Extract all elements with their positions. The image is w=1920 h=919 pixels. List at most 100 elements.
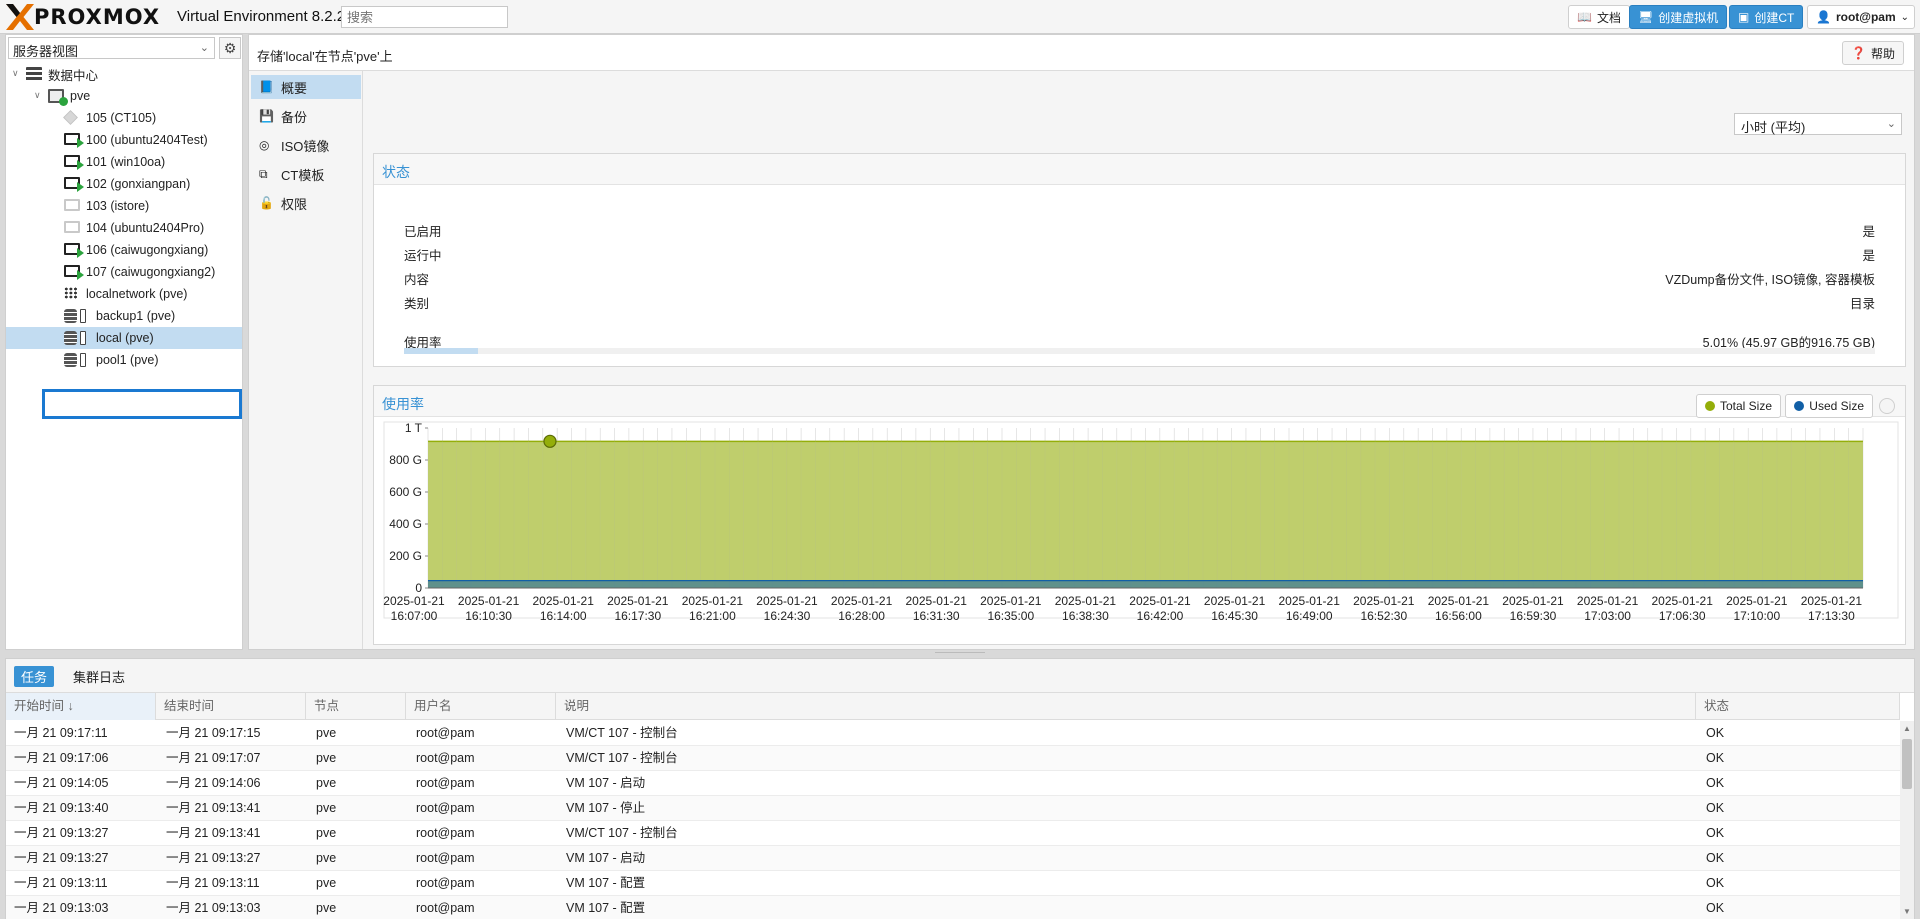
table-cell: root@pam — [416, 851, 475, 865]
y-tick-label: 0 — [415, 581, 422, 595]
nav-item[interactable]: ◎ ISO镜像 — [251, 133, 361, 157]
vm-running-icon — [64, 155, 84, 170]
x-tick-time: 16:24:30 — [764, 609, 811, 623]
task-table-body: 一月 21 09:17:11 一月 21 09:17:15 pve root@pam V… — [6, 721, 1900, 919]
tree-node[interactable]: ∨ 数据中心 — [6, 63, 242, 85]
tree-node[interactable]: 105 (CT105) — [6, 107, 242, 129]
task-scrollbar[interactable]: ▲ ▼ — [1900, 721, 1914, 919]
tree-node-label: local (pve) — [96, 331, 154, 345]
x-tick-date: 2025-01-21 — [1279, 594, 1341, 608]
table-row[interactable]: 一月 21 09:13:40 一月 21 09:13:41 pve root@pam V… — [6, 796, 1900, 821]
tree-node[interactable]: ∨ pve — [6, 85, 242, 107]
scroll-up-icon[interactable]: ▲ — [1903, 724, 1911, 733]
tree-node-label: pool1 (pve) — [96, 353, 159, 367]
column-header[interactable]: 状态 — [1696, 693, 1900, 720]
table-row[interactable]: 一月 21 09:17:06 一月 21 09:17:07 pve root@pam V… — [6, 746, 1900, 771]
status-row-value: 是 — [1862, 249, 1875, 263]
table-cell: 一月 21 09:13:27 — [166, 851, 261, 865]
proxmox-logo[interactable]: PROXMOX — [6, 4, 160, 30]
column-header[interactable]: 节点 — [306, 693, 406, 720]
table-row[interactable]: 一月 21 09:13:27 一月 21 09:13:41 pve root@pam V… — [6, 821, 1900, 846]
status-row-value: 目录 — [1849, 297, 1875, 311]
table-cell: 一月 21 09:13:03 — [14, 901, 109, 915]
top-bar: PROXMOX Virtual Environment 8.2.2 📖 文档 🖥… — [0, 0, 1920, 34]
tree-node[interactable]: 100 (ubuntu2404Test) — [6, 129, 242, 151]
table-cell: OK — [1706, 876, 1725, 890]
y-tick-label: 600 G — [389, 485, 422, 499]
tree-node[interactable]: 104 (ubuntu2404Pro) — [6, 217, 242, 239]
tree-node-label: 102 (gonxiangpan) — [86, 177, 191, 191]
view-select[interactable]: 服务器视图 ⌄ — [8, 37, 215, 59]
x-tick-date: 2025-01-21 — [980, 594, 1042, 608]
table-row[interactable]: 一月 21 09:14:05 一月 21 09:14:06 pve root@pam V… — [6, 771, 1900, 796]
table-cell: 一月 21 09:13:03 — [166, 901, 261, 915]
user-menu-button[interactable]: 👤 root@pam ⌄ — [1807, 5, 1915, 29]
tree-node[interactable]: 103 (istore) — [6, 195, 242, 217]
status-card: 状态 已启用是运行中是内容 VZDump备份文件, ISO镜像, 容器模板 类别 目录… — [373, 153, 1906, 367]
table-row[interactable]: 一月 21 09:13:11 一月 21 09:13:11 pve root@pam V… — [6, 871, 1900, 896]
hover-marker[interactable] — [543, 434, 557, 448]
logo-text: PROXMOX — [34, 5, 161, 29]
gear-icon[interactable]: ⚙ — [219, 37, 241, 59]
x-tick-date: 2025-01-21 — [1577, 594, 1639, 608]
user-label: root@pam — [1835, 10, 1896, 24]
nav-item-label: 备份 — [281, 109, 308, 125]
x-tick-time: 16:14:00 — [540, 609, 587, 623]
tree-node[interactable]: 107 (caiwugongxiang2) — [6, 261, 242, 283]
tree-node[interactable]: backup1 (pve) — [6, 305, 242, 327]
table-cell: root@pam — [416, 726, 475, 740]
timeframe-select[interactable]: 小时 (平均) ⌄ — [1734, 113, 1902, 135]
column-header[interactable]: 开始时间 ↓ — [6, 693, 156, 720]
used-size-area[interactable] — [428, 580, 1863, 588]
nav-item-label: 权限 — [281, 196, 308, 212]
tab-tasks[interactable]: 任务 — [14, 666, 55, 687]
status-row: 运行中 是 — [404, 245, 1875, 264]
table-cell: 一月 21 09:13:11 — [14, 876, 108, 890]
x-tick-time: 16:52:30 — [1360, 609, 1407, 623]
status-row-label: 内容 — [404, 273, 430, 287]
tab-cluster-log[interactable]: 集群日志 — [66, 666, 132, 687]
tree-node-label: 103 (istore) — [86, 199, 150, 213]
scroll-down-icon[interactable]: ▼ — [1903, 907, 1911, 916]
main-panel: 存储'local'在节点'pve'上 ❓ 帮助 📘 概要 💾 备份 ◎ ISO镜像 ⧉ CT模… — [248, 34, 1915, 650]
expand-toggle-icon[interactable]: ∨ — [34, 90, 41, 101]
table-cell: OK — [1706, 826, 1725, 840]
nav-item[interactable]: 🔓 权限 — [251, 191, 361, 215]
usage-chart[interactable]: 0200 G400 G600 G800 G1 T2025-01-2116:07:… — [374, 386, 1905, 644]
template-icon: ⧉ — [259, 166, 268, 181]
status-row-label: 已启用 — [404, 225, 442, 239]
tree-node[interactable]: 102 (gonxiangpan) — [6, 173, 242, 195]
nav-item[interactable]: 📘 概要 — [251, 75, 361, 99]
tree-node[interactable]: 101 (win10oa) — [6, 151, 242, 173]
table-row[interactable]: 一月 21 09:13:03 一月 21 09:13:03 pve root@pam V… — [6, 896, 1900, 919]
tree-node[interactable]: local (pve) — [6, 327, 242, 349]
table-row[interactable]: 一月 21 09:13:27 一月 21 09:13:27 pve root@pam V… — [6, 846, 1900, 871]
nav-item[interactable]: 💾 备份 — [251, 104, 361, 128]
expand-toggle-icon[interactable]: ∨ — [12, 68, 19, 79]
nav-item[interactable]: ⧉ CT模板 — [251, 162, 361, 186]
x-tick-time: 16:10:30 — [465, 609, 512, 623]
docs-button[interactable]: 📖 文档 — [1568, 5, 1630, 29]
search-input[interactable] — [341, 6, 508, 28]
tree-node[interactable]: pool1 (pve) — [6, 349, 242, 371]
tree-node[interactable]: localnetwork (pve) — [6, 283, 242, 305]
column-header[interactable]: 说明 — [556, 693, 1696, 720]
tree-node-label: 107 (caiwugongxiang2) — [86, 265, 216, 279]
table-row[interactable]: 一月 21 09:17:11 一月 21 09:17:15 pve root@pam V… — [6, 721, 1900, 746]
task-log-panel: 任务 集群日志 开始时间 ↓ 结束时间 节点 用户名 说明 状态 一月 21 09:17:… — [5, 658, 1915, 919]
help-button[interactable]: ❓ 帮助 — [1842, 41, 1904, 65]
column-header[interactable]: 用户名 — [406, 693, 556, 720]
tree-node-label: 106 (caiwugongxiang) — [86, 243, 209, 257]
column-header[interactable]: 结束时间 — [156, 693, 306, 720]
create-ct-button[interactable]: ▣ 创建CT — [1729, 5, 1804, 29]
tree-node[interactable]: 106 (caiwugongxiang) — [6, 239, 242, 261]
create-vm-button[interactable]: 🖥 创建虚拟机 — [1629, 5, 1728, 29]
highlight-box — [42, 389, 242, 419]
scrollbar-thumb[interactable] — [1902, 739, 1912, 789]
table-cell: 一月 21 09:17:06 — [14, 751, 109, 765]
status-card-header — [374, 154, 1905, 185]
table-cell: VM 107 - 配置 — [566, 901, 646, 915]
table-cell: OK — [1706, 851, 1725, 865]
tree-node-label: localnetwork (pve) — [86, 287, 188, 301]
x-tick-time: 16:07:00 — [391, 609, 438, 623]
